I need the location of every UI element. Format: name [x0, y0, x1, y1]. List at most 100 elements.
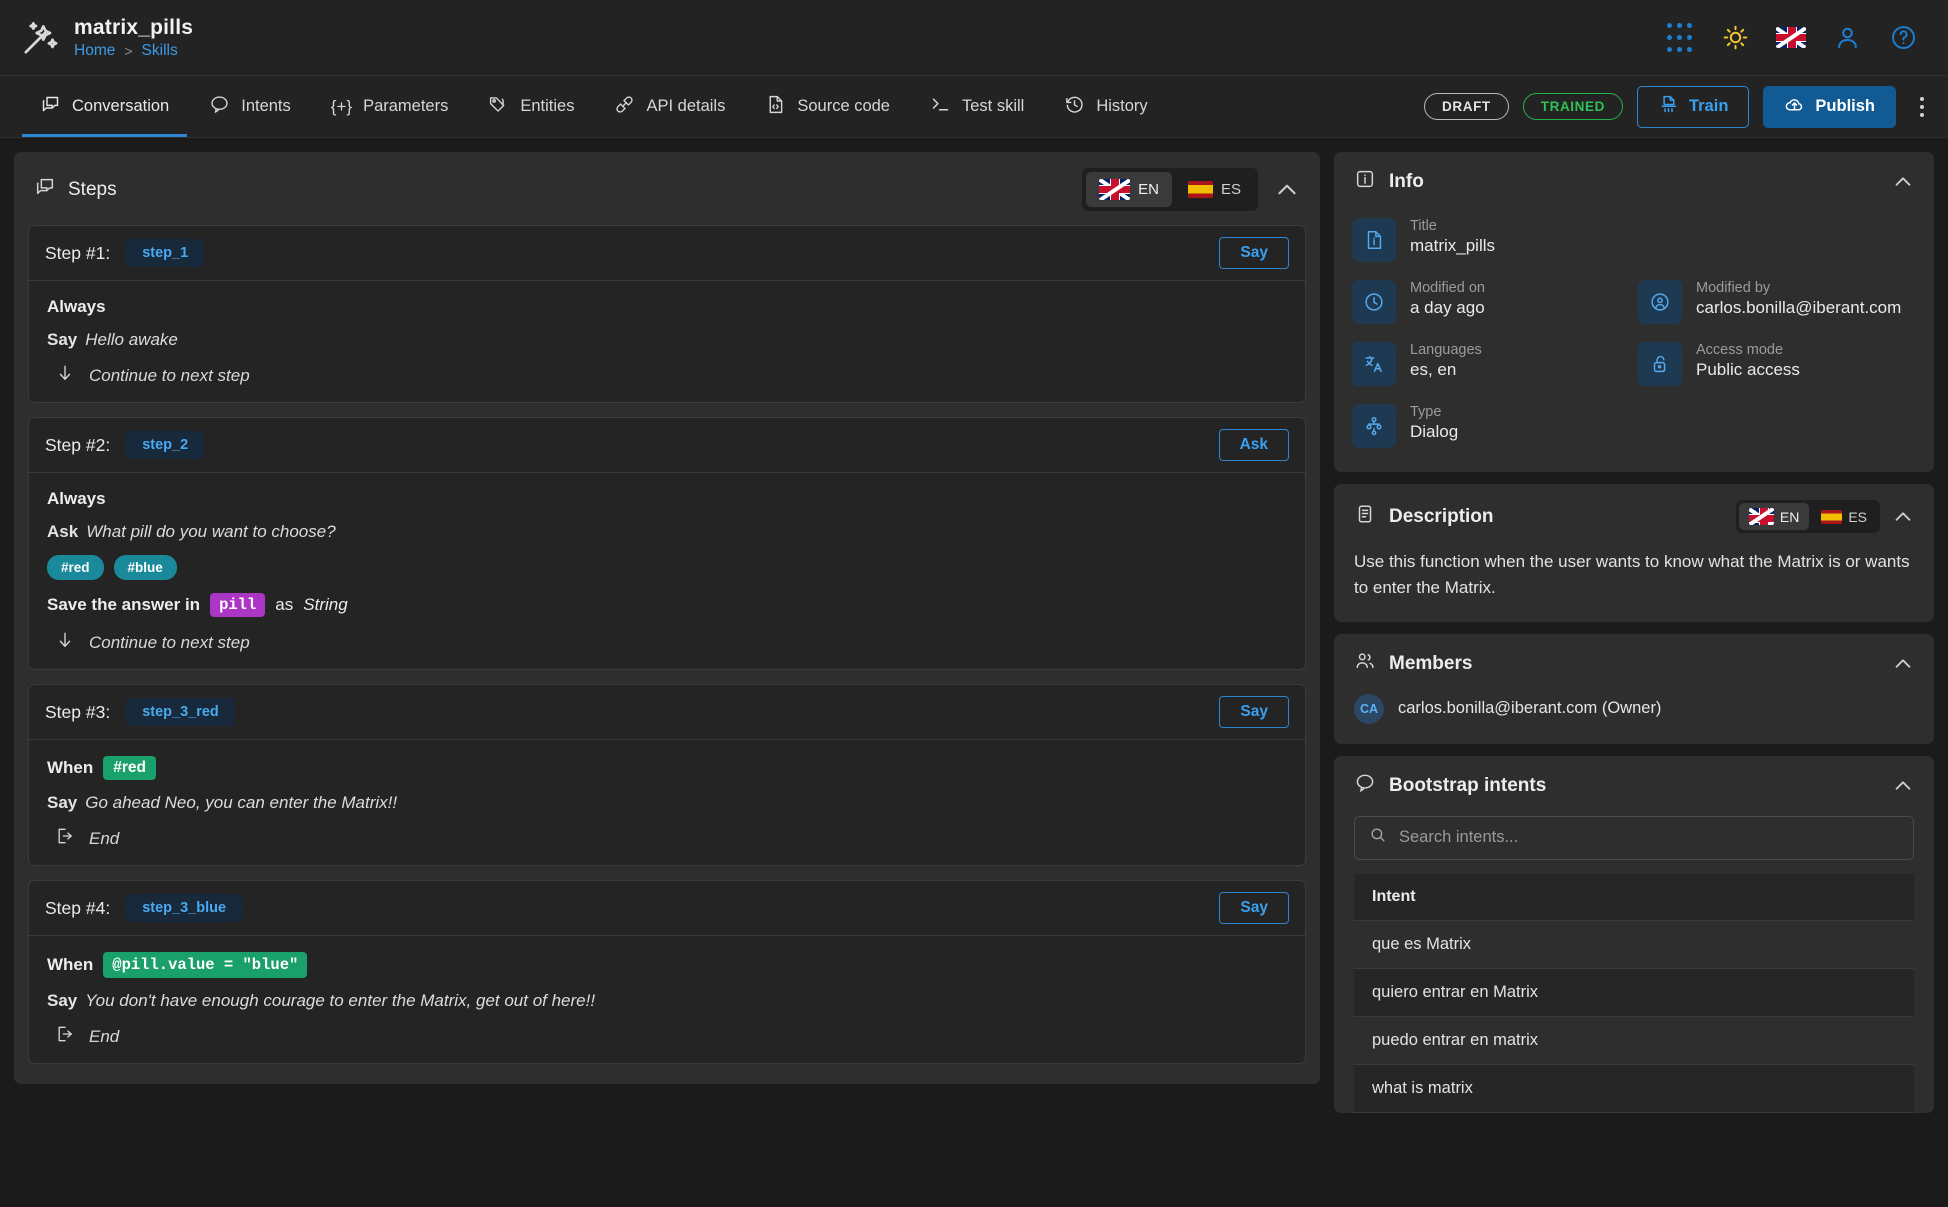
search-input[interactable]	[1399, 828, 1899, 848]
help-circle-icon[interactable]	[1888, 23, 1918, 53]
step-condition: Always	[47, 489, 106, 508]
arrow-down-icon	[55, 363, 75, 388]
tab-label: Intents	[241, 97, 291, 115]
lang-option-es[interactable]: ES	[1811, 504, 1877, 530]
table-row[interactable]: que es Matrix	[1354, 921, 1914, 969]
collapse-description-chevron-up-icon[interactable]	[1892, 506, 1914, 528]
save-middle: as	[275, 595, 294, 614]
step-card: Step #3: step_3_red Say When #red Say Go…	[28, 684, 1306, 866]
description-title: Description	[1389, 505, 1494, 527]
tab-parameters[interactable]: {+} Parameters	[311, 76, 469, 137]
tab-bar: Conversation Intents {+} Parameters Enti…	[0, 76, 1948, 138]
apps-grid-icon[interactable]	[1664, 23, 1694, 53]
hierarchy-icon	[1352, 404, 1396, 448]
collapse-steps-chevron-up-icon[interactable]	[1274, 177, 1300, 203]
info-key: Languages	[1410, 342, 1482, 358]
step-name-chip[interactable]: step_1	[126, 239, 205, 267]
lang-code: ES	[1220, 181, 1241, 198]
lang-option-en[interactable]: EN	[1738, 503, 1810, 530]
lang-option-es[interactable]: ES	[1175, 174, 1254, 205]
condition-verb: When	[47, 758, 94, 777]
info-key: Modified on	[1410, 280, 1485, 296]
tab-test-skill[interactable]: Test skill	[910, 76, 1044, 137]
info-text: Title matrix_pills	[1410, 218, 1495, 257]
tab-api-details[interactable]: API details	[594, 76, 745, 137]
breadcrumb-skills[interactable]: Skills	[142, 42, 178, 60]
publish-button[interactable]: Publish	[1763, 85, 1896, 128]
info-value: matrix_pills	[1410, 236, 1496, 255]
condition-chip[interactable]: #red	[103, 756, 157, 780]
tab-source-code[interactable]: Source code	[745, 76, 910, 137]
option-chip[interactable]: #blue	[113, 555, 177, 580]
bootstrap-intents-header: Bootstrap intents	[1334, 756, 1934, 816]
collapse-members-chevron-up-icon[interactable]	[1892, 653, 1914, 675]
collapse-info-chevron-up-icon[interactable]	[1892, 171, 1914, 193]
user-account-icon[interactable]	[1832, 23, 1862, 53]
more-options-icon[interactable]	[1910, 91, 1934, 123]
chat-bubble-icon	[209, 94, 230, 120]
steps-title: Steps	[68, 178, 117, 200]
steps-language-toggle: EN ES	[1082, 168, 1258, 211]
terminal-icon	[930, 94, 951, 120]
step-header: Step #1: step_1 Say	[29, 226, 1305, 281]
tab-conversation[interactable]: Conversation	[20, 76, 189, 137]
option-chip[interactable]: #red	[47, 555, 104, 580]
step-body: When #red Say Go ahead Neo, you can ente…	[29, 740, 1305, 865]
info-text: Modified on a day ago	[1410, 280, 1485, 319]
tab-entities[interactable]: Entities	[468, 76, 594, 137]
bootstrap-intents-card: Bootstrap intents Int	[1334, 755, 1934, 1113]
step-name-chip[interactable]: step_3_blue	[126, 894, 243, 922]
step-type-button[interactable]: Say	[1219, 892, 1289, 924]
description-title-group: Description	[1354, 503, 1494, 531]
step-flow: End	[47, 1024, 1287, 1049]
table-row[interactable]: puedo entrar en matrix	[1354, 1017, 1914, 1065]
info-title-group: Info	[1354, 168, 1424, 196]
save-type: String	[303, 595, 348, 614]
condition-expression-chip[interactable]: @pill.value = "blue"	[103, 952, 308, 978]
step-type-button[interactable]: Say	[1219, 237, 1289, 269]
info-fields: Title matrix_pills Modified on a day ago…	[1334, 212, 1934, 472]
app-root: matrix_pills Home > Skills Conversation …	[0, 0, 1948, 1207]
step-action: Say Hello awake	[47, 330, 1287, 350]
flow-label: End	[89, 1026, 120, 1046]
intent-search-box[interactable]	[1354, 815, 1914, 860]
table-row[interactable]: what is matrix	[1354, 1064, 1914, 1113]
breadcrumb-home[interactable]: Home	[74, 42, 115, 60]
collapse-bootstrap-intents-chevron-up-icon[interactable]	[1892, 775, 1914, 797]
tab-label: Parameters	[363, 97, 449, 115]
info-key: Type	[1410, 404, 1442, 420]
condition-verb: When	[47, 955, 94, 974]
step-flow: Continue to next step	[47, 363, 1287, 388]
info-card-header: Info	[1334, 152, 1934, 212]
table-row[interactable]: quiero entrar en Matrix	[1354, 968, 1914, 1017]
step-type-button[interactable]: Say	[1219, 696, 1289, 728]
bootstrap-intents-title: Bootstrap intents	[1389, 774, 1547, 796]
right-sidebar: Info Title matrix_pills Modified on a da…	[1334, 152, 1934, 1207]
info-icon	[1354, 168, 1376, 196]
info-value: a day ago	[1410, 298, 1485, 317]
tab-history[interactable]: History	[1044, 76, 1167, 137]
train-button[interactable]: Train	[1636, 85, 1750, 128]
brightness-sun-icon[interactable]	[1720, 23, 1750, 53]
bootstrap-intents-title-group: Bootstrap intents	[1354, 772, 1546, 800]
tab-label: Source code	[797, 97, 890, 115]
step-name-chip[interactable]: step_2	[126, 431, 205, 459]
step-flow: Continue to next step	[47, 630, 1287, 655]
steps-panel-header: Steps EN ES	[14, 152, 1320, 221]
info-value: carlos.bonilla@iberant.com	[1696, 298, 1902, 317]
tab-label: Conversation	[72, 97, 170, 115]
tab-intents[interactable]: Intents	[189, 76, 311, 137]
save-variable-chip[interactable]: pill	[210, 593, 266, 617]
flag-uk-icon[interactable]	[1776, 23, 1806, 53]
lang-code: ES	[1848, 508, 1867, 525]
step-condition: Always	[47, 297, 106, 316]
step-action: Say You don't have enough courage to ent…	[47, 991, 1287, 1011]
step-type-button[interactable]: Ask	[1218, 429, 1289, 461]
members-card-header: Members	[1334, 634, 1934, 694]
step-action: Ask What pill do you want to choose?	[47, 522, 1287, 542]
save-prefix: Save the answer in	[47, 595, 201, 614]
lang-option-en[interactable]: EN	[1086, 172, 1172, 207]
action-text: What pill do you want to choose?	[86, 522, 336, 541]
search-icon	[1369, 826, 1387, 849]
step-name-chip[interactable]: step_3_red	[126, 698, 235, 726]
